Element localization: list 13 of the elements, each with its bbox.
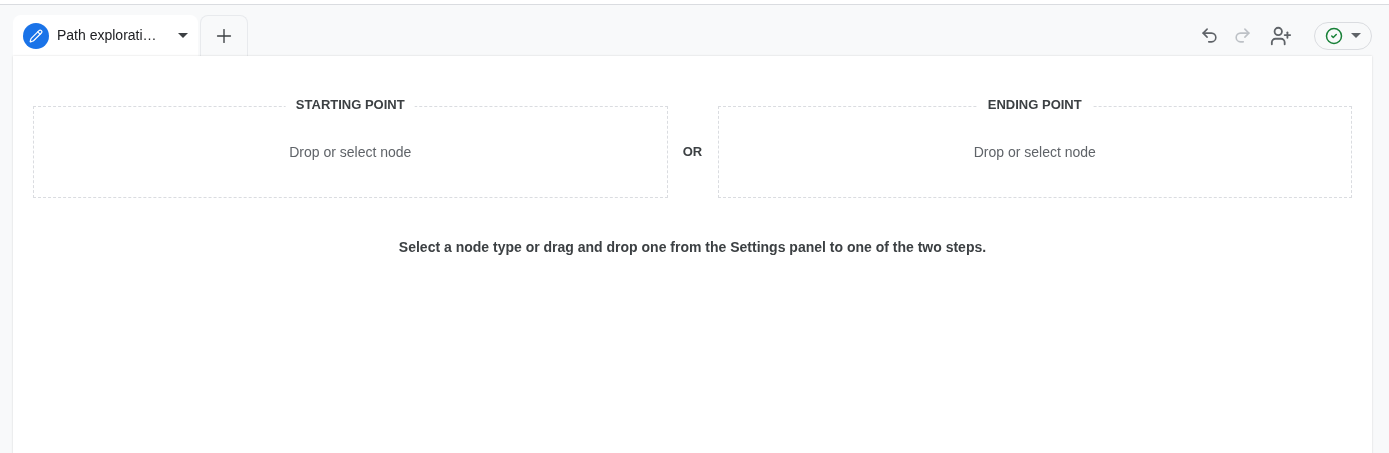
check-circle-icon xyxy=(1325,26,1343,45)
undo-icon xyxy=(1200,26,1219,45)
report-tab[interactable]: Path explorati… xyxy=(13,15,198,56)
share-button[interactable] xyxy=(1270,24,1292,47)
pencil-icon xyxy=(23,22,49,49)
hint-text: Select a node type or drag and drop one from the Settings panel to one of the two steps. xyxy=(397,238,988,257)
caret-icon xyxy=(1351,33,1361,38)
undo-button[interactable] xyxy=(1200,26,1219,45)
caret-icon xyxy=(178,33,188,38)
or-label: OR xyxy=(681,143,704,162)
redo-icon xyxy=(1233,26,1252,45)
add-tab-button[interactable] xyxy=(200,15,248,56)
add-person-icon xyxy=(1270,24,1292,47)
